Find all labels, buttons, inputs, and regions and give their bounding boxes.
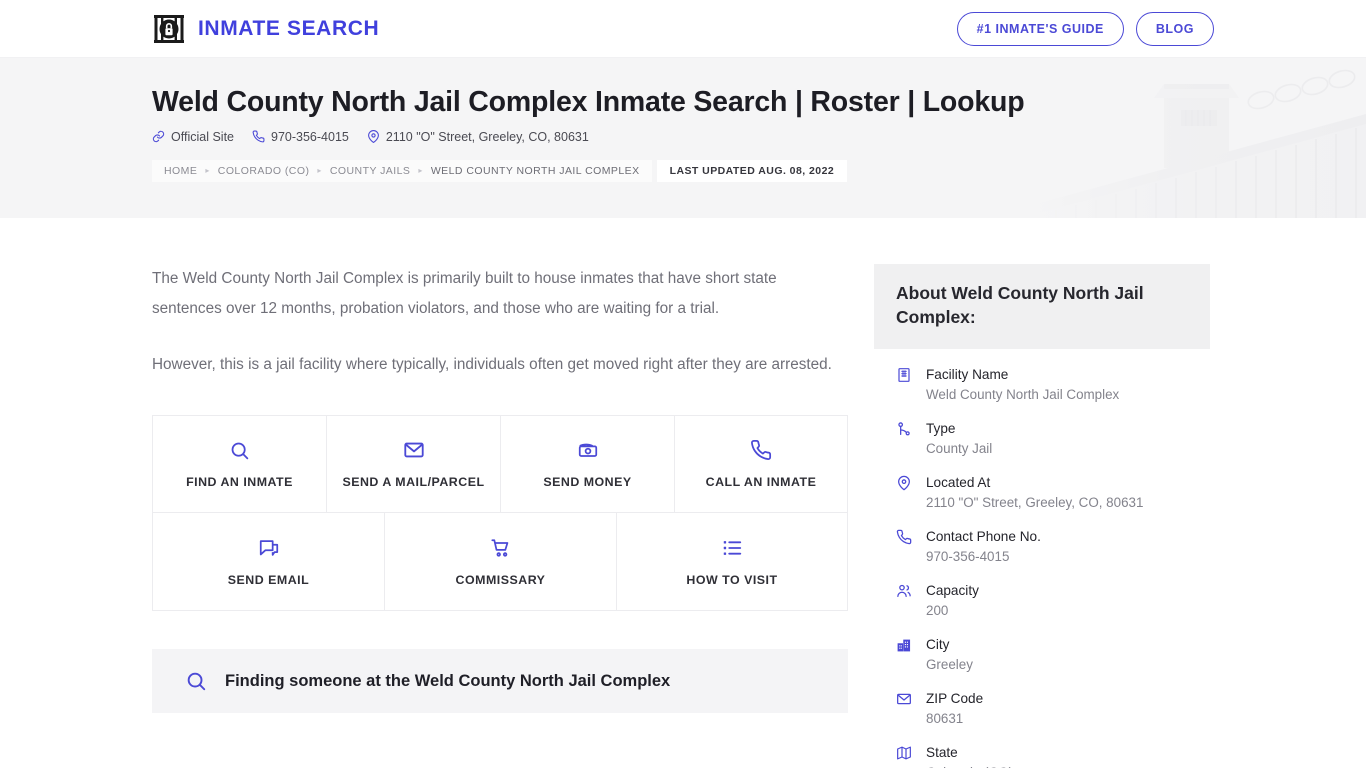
fact-city: City Greeley	[896, 635, 1188, 675]
send-mail-parcel-button[interactable]: SEND A MAIL/PARCEL	[326, 415, 500, 513]
nav-actions: #1 INMATE'S GUIDE BLOG	[956, 11, 1214, 46]
chevron-right-icon: ▸	[317, 166, 322, 176]
fact-key: City	[926, 637, 950, 653]
jail-lock-logo-icon	[152, 12, 186, 46]
hero-phone-label: 970-356-4015	[271, 129, 349, 144]
hero-phone[interactable]: 970-356-4015	[252, 130, 349, 144]
search-icon	[185, 670, 207, 692]
fact-located-at: Located At 2110 "O" Street, Greeley, CO,…	[896, 473, 1188, 513]
content-area: The Weld County North Jail Complex is pr…	[0, 218, 1366, 768]
chevron-right-icon: ▸	[418, 166, 423, 176]
about-card-header: About Weld County North Jail Complex:	[874, 264, 1210, 350]
sidebar-column: About Weld County North Jail Complex: Fa…	[874, 264, 1210, 768]
fact-capacity: Capacity 200	[896, 581, 1188, 621]
city-icon	[896, 635, 914, 653]
fact-key: ZIP Code	[926, 691, 984, 707]
hero-content: Weld County North Jail Complex Inmate Se…	[0, 58, 1366, 182]
page-root: INMATE SEARCH #1 INMATE'S GUIDE BLOG Wel…	[0, 0, 1366, 768]
fact-value: Weld County North Jail Complex	[926, 387, 1120, 403]
branch-type-icon	[896, 419, 914, 437]
action-label: HOW TO VISIT	[686, 572, 778, 587]
chat-bubble-icon	[258, 537, 280, 559]
last-updated-badge: LAST UPDATED AUG. 08, 2022	[656, 159, 848, 182]
money-icon	[577, 439, 599, 461]
call-an-inmate-button[interactable]: CALL AN INMATE	[674, 415, 848, 513]
envelope-icon	[896, 689, 914, 707]
find-an-inmate-button[interactable]: FIND AN INMATE	[152, 415, 326, 513]
hero-banner: Weld County North Jail Complex Inmate Se…	[0, 58, 1366, 218]
action-label: CALL AN INMATE	[705, 475, 817, 489]
people-icon	[896, 581, 914, 599]
page-title: Weld County North Jail Complex Inmate Se…	[152, 86, 1025, 118]
fact-zip-code: ZIP Code 80631	[896, 689, 1188, 729]
hero-address[interactable]: 2110 "O" Street, Greeley, CO, 80631	[367, 130, 589, 144]
action-row-2: SEND EMAIL COMMISSARY HOW TO VISIT	[152, 513, 848, 611]
about-facility-card: About Weld County North Jail Complex: Fa…	[874, 264, 1210, 768]
fact-facility-name: Facility Name Weld County North Jail Com…	[896, 365, 1188, 405]
fact-value: 970-356-4015	[926, 549, 1010, 565]
phone-icon	[750, 439, 772, 461]
fact-key: State	[926, 745, 958, 761]
fact-value: 2110 "O" Street, Greeley, CO, 80631	[926, 495, 1144, 511]
action-row-1: FIND AN INMATE SEND A MAIL/PARCEL SEND M…	[152, 415, 848, 513]
about-card-title: About Weld County North Jail Complex:	[896, 283, 1144, 327]
map-pin-icon	[367, 130, 380, 144]
fact-value: 80631	[926, 711, 964, 727]
fact-key: Facility Name	[926, 367, 1009, 383]
link-icon	[152, 130, 165, 143]
fact-key: Type	[926, 421, 956, 437]
fact-value: County Jail	[926, 441, 993, 457]
hero-address-label: 2110 "O" Street, Greeley, CO, 80631	[385, 129, 589, 144]
fact-state: State Colorado (CO)	[896, 743, 1188, 768]
envelope-icon	[403, 439, 425, 461]
map-pin-icon	[896, 473, 914, 491]
list-icon	[721, 537, 743, 559]
action-label: SEND EMAIL	[227, 572, 310, 587]
building-icon	[896, 365, 914, 383]
search-icon	[229, 440, 250, 461]
official-site-link[interactable]: Official Site	[152, 130, 234, 144]
phone-icon	[896, 527, 914, 545]
breadcrumb-item-county-jails[interactable]: COUNTY JAILS	[330, 165, 410, 177]
fact-value: 200	[926, 603, 949, 619]
main-column: The Weld County North Jail Complex is pr…	[152, 264, 848, 713]
action-label: FIND AN INMATE	[186, 474, 293, 489]
action-button-grid: FIND AN INMATE SEND A MAIL/PARCEL SEND M…	[152, 415, 848, 611]
send-email-button[interactable]: SEND EMAIL	[152, 513, 384, 611]
shopping-cart-icon	[490, 537, 512, 559]
brand-logo[interactable]: INMATE SEARCH	[152, 12, 379, 46]
intro-paragraph-2: However, this is a jail facility where t…	[152, 356, 832, 373]
fact-key: Located At	[926, 475, 991, 491]
action-label: SEND MONEY	[543, 475, 632, 489]
breadcrumb-items: HOME ▸ COLORADO (CO) ▸ COUNTY JAILS ▸ WE…	[152, 159, 652, 182]
action-label: COMMISSARY	[455, 572, 546, 587]
top-navigation-bar: INMATE SEARCH #1 INMATE'S GUIDE BLOG	[0, 0, 1366, 58]
hero-meta-row: Official Site 970-356-4015 2110 "O" Stre…	[152, 130, 1214, 144]
inmates-guide-button[interactable]: #1 INMATE'S GUIDE	[956, 11, 1124, 46]
phone-icon	[252, 130, 265, 143]
fact-type: Type County Jail	[896, 419, 1188, 459]
brand-name: INMATE SEARCH	[198, 16, 380, 40]
fact-key: Contact Phone No.	[926, 529, 1041, 545]
section-heading: Finding someone at the Weld County North…	[225, 671, 671, 690]
fact-value: Greeley	[926, 657, 973, 673]
chevron-right-icon: ▸	[205, 166, 210, 176]
action-label: SEND A MAIL/PARCEL	[342, 475, 485, 489]
official-site-label: Official Site	[171, 129, 234, 144]
map-icon	[896, 743, 914, 761]
fact-key: Capacity	[926, 583, 979, 599]
send-money-button[interactable]: SEND MONEY	[500, 415, 674, 513]
about-card-body: Facility Name Weld County North Jail Com…	[874, 349, 1210, 768]
finding-someone-section-header[interactable]: Finding someone at the Weld County North…	[152, 649, 848, 713]
how-to-visit-button[interactable]: HOW TO VISIT	[616, 513, 848, 611]
breadcrumb-item-current: WELD COUNTY NORTH JAIL COMPLEX	[430, 164, 640, 177]
commissary-button[interactable]: COMMISSARY	[384, 513, 616, 611]
breadcrumb-item-colorado[interactable]: COLORADO (CO)	[218, 165, 310, 177]
intro-paragraph-1: The Weld County North Jail Complex is pr…	[152, 270, 777, 317]
fact-contact-phone: Contact Phone No. 970-356-4015	[896, 527, 1188, 567]
breadcrumb-item-home[interactable]: HOME	[164, 165, 197, 177]
blog-button[interactable]: BLOG	[1135, 11, 1214, 46]
breadcrumb: HOME ▸ COLORADO (CO) ▸ COUNTY JAILS ▸ WE…	[152, 159, 1214, 182]
